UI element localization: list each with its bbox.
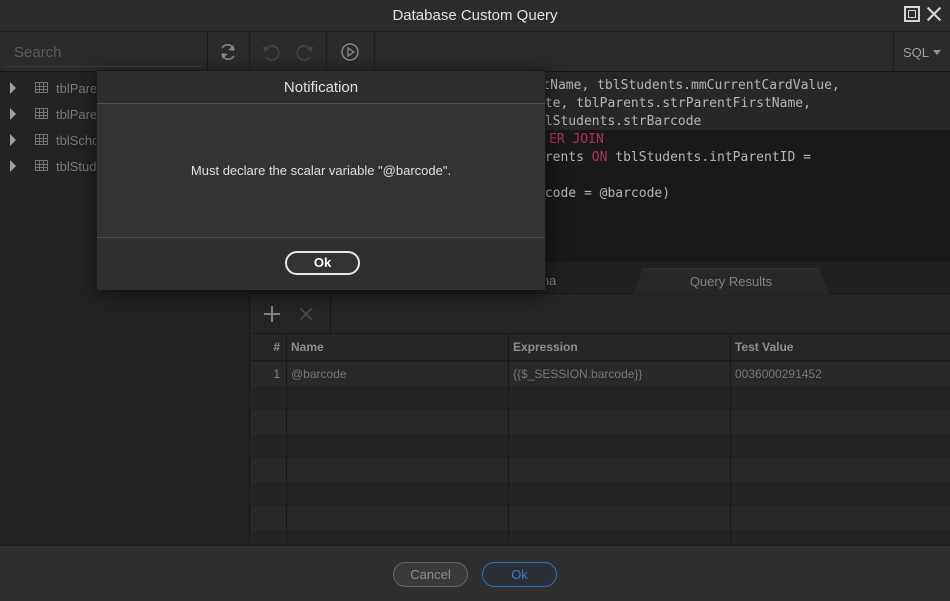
maximize-icon[interactable] xyxy=(904,6,920,22)
cancel-button[interactable]: Cancel xyxy=(393,562,468,587)
notification-dialog: Notification Must declare the scalar var… xyxy=(96,70,546,290)
notification-ok-button[interactable]: Ok xyxy=(285,251,360,275)
title-bar: Database Custom Query xyxy=(0,0,950,32)
notification-title: Notification xyxy=(97,71,545,104)
window-title: Database Custom Query xyxy=(392,7,558,24)
notification-footer: Ok xyxy=(97,237,545,290)
dialog-footer: Cancel Ok xyxy=(0,545,950,601)
ok-button[interactable]: Ok xyxy=(482,562,557,587)
close-icon[interactable] xyxy=(926,6,942,22)
notification-message: Must declare the scalar variable "@barco… xyxy=(190,163,452,178)
